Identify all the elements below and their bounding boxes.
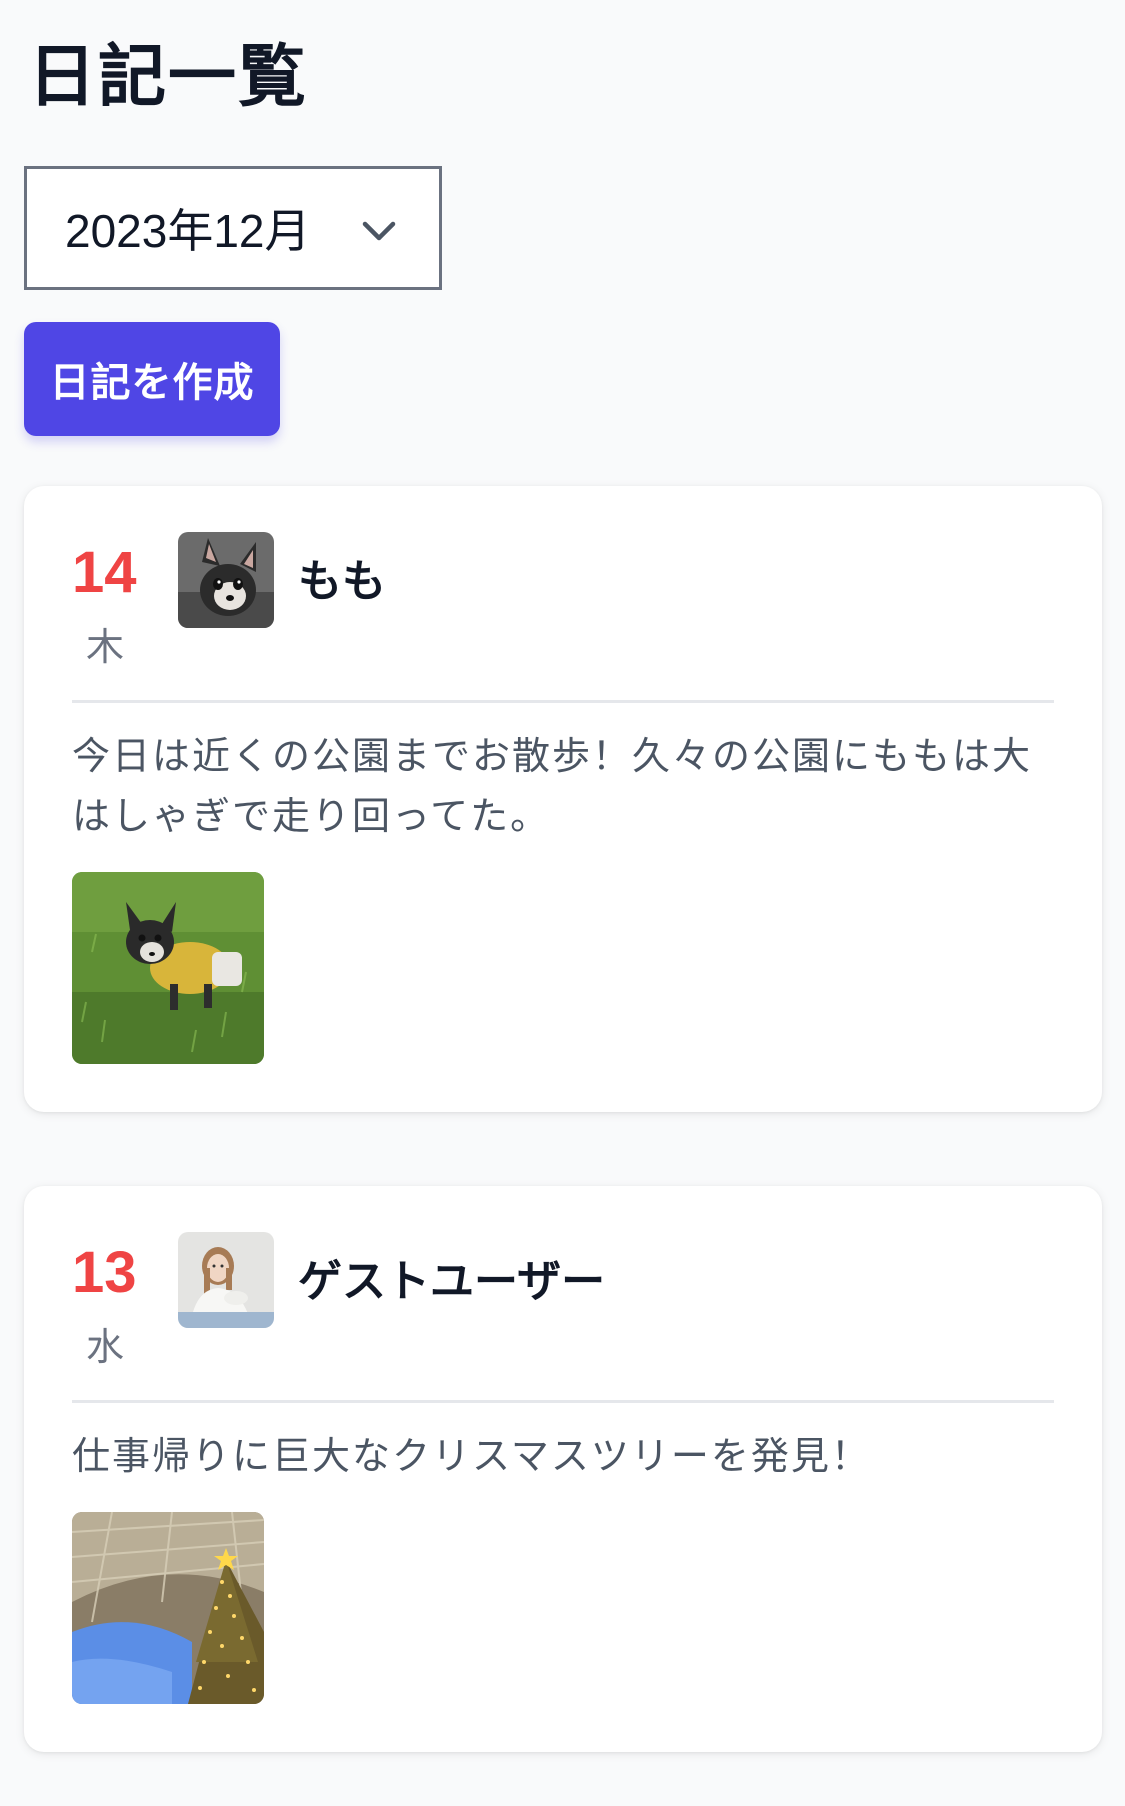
month-select[interactable]: 2023年12月 (24, 166, 442, 290)
diary-entry-card[interactable]: 13 水 ゲストユーザー 仕事帰りに巨大なクリスマスツリーを発見！ (24, 1186, 1102, 1752)
create-diary-button[interactable]: 日記を作成 (24, 322, 280, 436)
page-title: 日記一覧 (28, 38, 309, 117)
entry-text: 今日は近くの公園までお散歩！久々の公園にももは大はしゃぎで走り回ってた。 (72, 734, 1033, 838)
month-select-value: 2023年12月 (65, 205, 311, 257)
chihuahua-avatar-icon (178, 532, 274, 628)
dog-on-grass-photo-icon[interactable] (72, 872, 264, 1064)
entry-weekday: 木 (86, 625, 125, 669)
author-name: ゲストユーザー (298, 1256, 606, 1307)
entry-day: 13 (72, 1240, 137, 1305)
entry-text: 仕事帰りに巨大なクリスマスツリーを発見！ (72, 1434, 871, 1478)
entry-weekday: 水 (86, 1325, 125, 1369)
author-name: もも (298, 556, 386, 607)
entry-day: 14 (72, 540, 137, 605)
christmas-tree-photo-icon[interactable] (72, 1512, 264, 1704)
woman-avatar-icon (178, 1232, 274, 1328)
entry-divider (72, 1400, 1054, 1403)
chevron-down-icon (362, 221, 396, 241)
diary-list-page: 日記一覧 2023年12月 日記を作成 14 木 もも 今日は近くの公園までお散… (0, 0, 1125, 1806)
entry-divider (72, 700, 1054, 703)
diary-entry-card[interactable]: 14 木 もも 今日は近くの公園までお散歩！久々の公園にももは大はしゃぎで走り回… (24, 486, 1102, 1112)
